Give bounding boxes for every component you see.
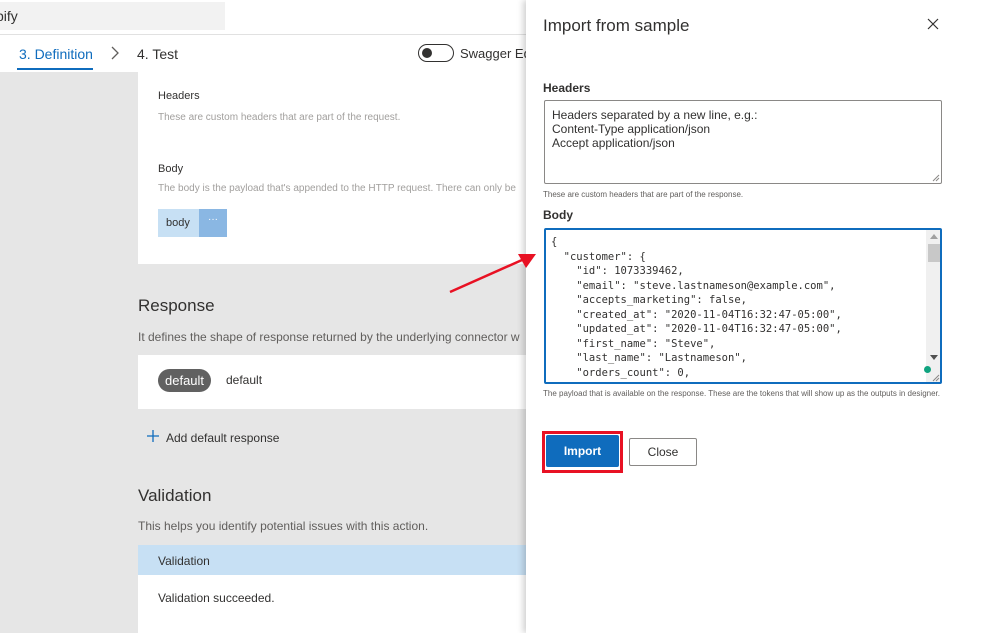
body-help-text: The payload that is available on the res… [543, 389, 940, 398]
validation-section-desc: This helps you identify potential issues… [138, 519, 429, 533]
validation-result: Validation succeeded. [138, 575, 526, 633]
more-options-button[interactable]: ··· [199, 209, 227, 237]
connector-name-field[interactable]: pify [0, 2, 225, 30]
active-tab-indicator [17, 68, 93, 70]
body-scrollbar[interactable] [926, 230, 940, 382]
tab-test[interactable]: 4. Test [137, 46, 178, 62]
headers-textarea[interactable] [544, 100, 942, 184]
body-json-content: { "customer": { "id": 1073339462, "email… [551, 236, 842, 379]
request-headers-desc: These are custom headers that are part o… [158, 112, 401, 123]
request-headers-label: Headers [158, 90, 200, 102]
response-card: default default [138, 355, 526, 409]
body-chip-label: body [166, 217, 190, 229]
scroll-up-arrow-icon[interactable] [930, 234, 938, 239]
tab-definition[interactable]: 3. Definition [19, 46, 93, 62]
default-response-text: default [226, 373, 263, 387]
resize-grip-icon[interactable] [932, 174, 940, 182]
close-icon[interactable] [925, 16, 941, 32]
body-parameter-chip[interactable]: body ··· [158, 209, 227, 237]
scroll-down-arrow-icon[interactable] [930, 355, 938, 360]
panel-title: Import from sample [543, 16, 690, 35]
annotation-highlight-box [542, 431, 623, 473]
plus-icon[interactable] [146, 429, 160, 443]
headers-help-text: These are custom headers that are part o… [543, 190, 744, 199]
validation-header: Validation [138, 545, 526, 575]
validation-header-text: Validation [158, 554, 210, 568]
divider [0, 34, 526, 35]
toggle-knob [422, 48, 432, 58]
response-section-desc: It defines the shape of response returne… [138, 330, 520, 344]
headers-label: Headers [543, 81, 591, 95]
resize-grip-icon[interactable] [932, 374, 940, 382]
body-label: Body [543, 208, 573, 222]
scroll-thumb[interactable] [928, 244, 940, 262]
custom-connector-page: pify 3. Definition 4. Test Swagger Edi H… [0, 0, 526, 633]
chevron-right-icon [111, 46, 119, 60]
annotation-arrow [449, 254, 536, 294]
top-bar: pify 3. Definition 4. Test Swagger Edi [0, 0, 526, 72]
swagger-editor-label: Swagger Edi [460, 46, 526, 61]
default-response-pill[interactable]: default [158, 369, 212, 392]
request-body-desc: The body is the payload that's appended … [158, 183, 516, 194]
response-section-title: Response [138, 296, 215, 315]
status-dot-icon [924, 366, 931, 373]
swagger-editor-toggle[interactable] [418, 44, 454, 62]
add-default-response-button[interactable]: Add default response [166, 431, 279, 445]
close-button[interactable]: Close [629, 438, 697, 466]
request-card: Headers These are custom headers that ar… [138, 72, 526, 264]
validation-section-title: Validation [138, 486, 212, 505]
validation-status-text: Validation succeeded. [158, 591, 275, 605]
connector-name-value: pify [0, 8, 18, 24]
import-from-sample-panel: Import from sample Headers These are cus… [526, 0, 997, 633]
request-body-label: Body [158, 163, 184, 175]
body-textarea[interactable]: { "customer": { "id": 1073339462, "email… [544, 228, 942, 384]
